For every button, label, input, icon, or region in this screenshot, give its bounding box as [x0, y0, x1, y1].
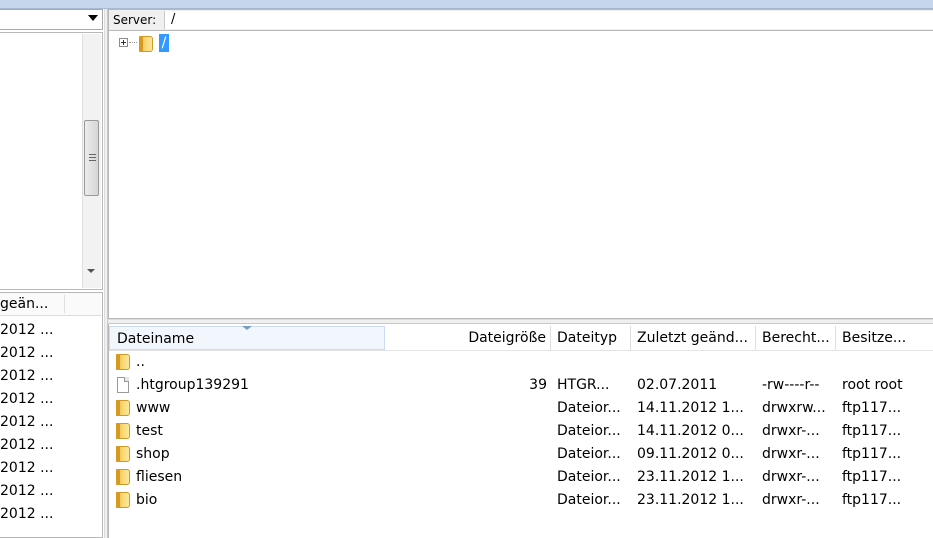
file-modified: 14.11.2012 0... [637, 423, 744, 439]
file-size: 39 [529, 377, 547, 393]
file-owner: ftp117... [842, 446, 902, 462]
tree-root-node[interactable]: / [159, 34, 169, 52]
file-name: .. [136, 354, 145, 370]
file-type: Dateior... [557, 469, 621, 485]
file-type: Dateior... [557, 446, 621, 462]
file-size [385, 420, 547, 443]
remote-file-list[interactable]: Dateiname Dateigröße Dateityp Zuletzt ge… [108, 324, 933, 538]
server-path-input[interactable]: / [164, 11, 933, 29]
folder-icon [116, 492, 130, 508]
local-list-item[interactable]: 2012 ... [0, 388, 100, 411]
folder-icon [116, 354, 130, 370]
file-permissions: drwxr-... [762, 423, 820, 439]
file-size [385, 397, 547, 420]
local-column-modified[interactable]: geän... [0, 295, 65, 313]
file-size [385, 351, 547, 374]
table-row[interactable]: shop Dateior... 09.11.2012 0... drwxr-... ft… [109, 443, 933, 466]
file-type: HTGR... [557, 377, 610, 393]
grip-line [89, 154, 96, 155]
file-type [557, 351, 631, 374]
file-name: .htgroup139291 [136, 377, 249, 393]
file-size [385, 489, 547, 512]
file-size [385, 443, 547, 466]
folder-icon [116, 446, 130, 462]
file-modified: 23.11.2012 1... [637, 492, 744, 508]
file-owner: ftp117... [842, 469, 902, 485]
column-header-filesize[interactable]: Dateigröße [385, 326, 551, 350]
file-name: fliesen [136, 469, 183, 485]
local-list-item[interactable]: 2012 ... [0, 342, 100, 365]
file-modified: 14.11.2012 1... [637, 400, 744, 416]
file-name: bio [136, 492, 158, 508]
local-pane: geän... 2012 ... 2012 ... 2012 ... 2012 ...… [0, 9, 104, 538]
server-label: Server: [113, 13, 157, 27]
table-row[interactable]: .htgroup139291 39 HTGR... 02.07.2011 -rw----… [109, 374, 933, 397]
local-list-item[interactable]: 2012 ... [0, 365, 100, 388]
remote-directory-tree[interactable]: / [108, 31, 933, 319]
local-list-item[interactable]: 2012 ... [0, 319, 100, 342]
local-list-header: geän... [0, 293, 101, 316]
table-row[interactable]: test Dateior... 14.11.2012 0... drwxr-... ft… [109, 420, 933, 443]
local-list-item[interactable]: 2012 ... [0, 503, 100, 526]
file-icon [117, 377, 129, 393]
local-path-combo[interactable] [0, 9, 103, 30]
table-row[interactable]: fliesen Dateior... 23.11.2012 1... drwxr-..… [109, 466, 933, 489]
file-owner: ftp117... [842, 400, 902, 416]
table-row[interactable]: bio Dateior... 23.11.2012 1... drwxr-... ftp… [109, 489, 933, 512]
local-list-item[interactable]: 2012 ... [0, 457, 100, 480]
file-owner [842, 351, 933, 374]
chevron-down-icon[interactable] [88, 15, 98, 21]
column-header-filetype[interactable]: Dateityp [551, 326, 631, 350]
file-permissions: drwxr-... [762, 469, 820, 485]
table-row[interactable]: .. [109, 351, 933, 374]
local-tree-scrollbar[interactable] [82, 34, 101, 288]
file-modified [637, 351, 755, 374]
file-permissions: drwxr-... [762, 446, 820, 462]
file-permissions [762, 351, 836, 374]
table-row[interactable]: www Dateior... 14.11.2012 1... drwxrw... ftp… [109, 397, 933, 420]
file-type: Dateior... [557, 400, 621, 416]
file-name: test [136, 423, 163, 439]
column-header-owner[interactable]: Besitze... [836, 326, 933, 350]
file-permissions: -rw----r-- [762, 377, 820, 393]
local-list-item[interactable]: 2012 ... [0, 411, 100, 434]
folder-icon [139, 36, 153, 52]
file-permissions: drwxr-... [762, 492, 820, 508]
local-list-item[interactable]: 2012 ... [0, 480, 100, 503]
folder-icon [116, 400, 130, 416]
local-list-item[interactable]: 2012 ... [0, 434, 100, 457]
column-header-permissions[interactable]: Berecht... [756, 326, 836, 350]
sort-ascending-icon [242, 326, 252, 330]
tree-connector [129, 42, 137, 43]
file-size [385, 466, 547, 489]
file-name: shop [136, 446, 170, 462]
file-modified: 23.11.2012 1... [637, 469, 744, 485]
expand-plus-icon[interactable] [119, 38, 128, 47]
file-permissions: drwxrw... [762, 400, 826, 416]
scroll-down-arrow-icon[interactable] [87, 269, 95, 273]
grip-line [89, 160, 96, 161]
file-owner: ftp117... [842, 423, 902, 439]
file-type: Dateior... [557, 423, 621, 439]
file-modified: 02.07.2011 [637, 377, 718, 393]
grip-line [89, 157, 96, 158]
file-name: www [136, 400, 171, 416]
server-path-bar: Server: / [108, 9, 933, 31]
file-owner: root root [842, 377, 903, 393]
scrollbar-thumb[interactable] [84, 120, 99, 196]
file-type: Dateior... [557, 492, 621, 508]
local-directory-tree[interactable] [0, 32, 103, 290]
remote-list-header: Dateiname Dateigröße Dateityp Zuletzt ge… [109, 326, 933, 351]
folder-icon [116, 469, 130, 485]
file-owner: ftp117... [842, 492, 902, 508]
scroll-up-button[interactable] [83, 34, 101, 50]
folder-icon [116, 423, 130, 439]
file-modified: 09.11.2012 0... [637, 446, 744, 462]
local-file-list[interactable]: geän... 2012 ... 2012 ... 2012 ... 2012 ...… [0, 292, 103, 538]
column-header-modified[interactable]: Zuletzt geänd... [631, 326, 756, 350]
window-top-border [0, 0, 933, 9]
